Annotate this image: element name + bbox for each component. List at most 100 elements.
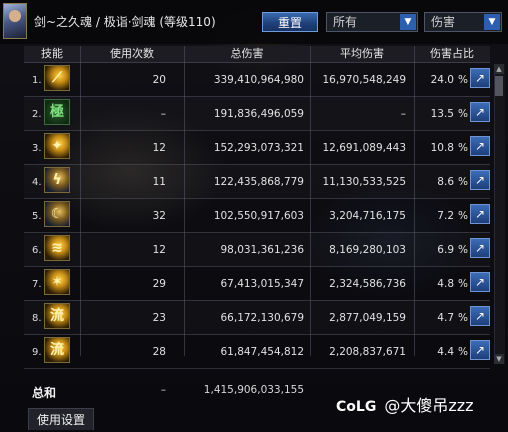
row-rank: 6. [32,245,42,256]
total-damage: 339,410,964,980 [213,74,304,86]
share-icon[interactable]: ↗ [470,306,490,326]
row-rank: 2. [32,109,42,120]
row-rank: 8. [32,313,42,324]
type-filter-select[interactable]: 伤害 ▼ [424,12,502,32]
percent-sign: % [458,278,468,290]
use-count: 28 [152,346,166,358]
damage-share: 24.0 [430,74,454,86]
table-header: 技能 使用次数 总伤害 平均伤害 伤害占比 [24,46,490,63]
tab-usage-settings[interactable]: 使用设置 [28,408,94,430]
table-row[interactable]: 6. ≋ 12 98,031,361,236 8,169,280,103 6.9… [24,232,490,267]
scroll-down-icon[interactable]: ▼ [494,354,504,364]
skill-lightning-slash-icon: ϟ [44,167,70,193]
average-damage: 3,204,716,175 [329,210,406,222]
table-row[interactable]: 8. 流 23 66,172,130,679 2,877,049,159 4.7… [24,300,490,335]
scrollbar-track[interactable] [494,64,505,364]
percent-sign: % [458,312,468,324]
watermark-text: @大傻吊zzz [384,396,474,415]
damage-share: 13.5 [430,108,454,120]
skill-wave-slash-icon: ≋ [44,235,70,261]
skill-green-rune-icon: 極 [44,99,70,125]
share-icon[interactable]: ↗ [470,136,490,156]
percent-sign: % [458,176,468,188]
skill-sword-slash-icon: ⟋ [44,65,70,91]
type-filter-value: 伤害 [431,15,456,29]
skill-flow-slash-icon: 流 [44,303,70,329]
damage-share: 8.6 [437,176,454,188]
total-damage-sum: 1,415,906,033,155 [203,384,304,396]
chevron-down-icon[interactable]: ▼ [484,14,500,30]
total-damage: 102,550,917,603 [213,210,304,222]
scrollbar-thumb[interactable] [495,76,503,96]
owner-filter-select[interactable]: 所有 ▼ [326,12,418,32]
use-count: 29 [152,278,166,290]
table-row[interactable]: 1. ⟋ 20 339,410,964,980 16,970,548,249 2… [24,62,490,97]
average-damage: 2,208,837,671 [329,346,406,358]
total-damage: 66,172,130,679 [220,312,305,324]
table-row[interactable]: 2. 極 – 191,836,496,059 – 13.5 % ↗ [24,96,490,131]
share-icon[interactable]: ↗ [470,272,490,292]
use-count: 11 [152,176,166,188]
damage-share: 4.8 [437,278,454,290]
total-label: 总和 [32,386,57,400]
average-damage: 2,877,049,159 [329,312,406,324]
percent-sign: % [458,108,468,120]
average-damage: 8,169,280,103 [329,244,406,256]
colg-logo: CoLG [336,399,377,415]
average-damage: 12,691,089,443 [322,142,407,154]
percent-sign: % [458,346,468,358]
percent-sign: % [458,142,468,154]
table-row[interactable]: 9. 流 28 61,847,454,812 2,208,837,671 4.4… [24,334,490,369]
scroll-up-icon[interactable]: ▲ [494,64,504,74]
header-bar: 剑~之久魂 / 极诣·剑魂 (等级110) 重置 所有 ▼ 伤害 ▼ [0,0,508,44]
damage-share: 4.4 [437,346,454,358]
average-damage: 11,130,533,525 [322,176,407,188]
share-icon[interactable]: ↗ [470,238,490,258]
share-icon[interactable]: ↗ [470,204,490,224]
column-header-pct[interactable]: 伤害占比 [414,46,490,62]
use-count: – [160,108,166,120]
skill-beast-slash-icon: ✶ [44,269,70,295]
character-name: 剑~之久魂 / 极诣·剑魂 (等级110) [34,15,216,29]
use-count: 23 [152,312,166,324]
row-rank: 1. [32,75,42,86]
share-icon[interactable]: ↗ [470,68,490,88]
use-count: 20 [152,74,166,86]
damage-share: 6.9 [437,244,454,256]
skill-flow-crescent-icon: 流 [44,337,70,363]
damage-share: 4.7 [437,312,454,324]
row-rank: 3. [32,143,42,154]
skill-sword-burst-icon: ✦ [44,133,70,159]
share-icon[interactable]: ↗ [470,340,490,360]
percent-sign: % [458,74,468,86]
column-header-total[interactable]: 总伤害 [184,46,310,62]
average-damage: – [400,108,406,120]
chevron-down-icon[interactable]: ▼ [400,14,416,30]
damage-share: 10.8 [430,142,454,154]
percent-sign: % [458,210,468,222]
row-rank: 9. [32,347,42,358]
skill-moon-slash-icon: ☾ [44,201,70,227]
total-damage: 67,413,015,347 [220,278,305,290]
row-rank: 4. [32,177,42,188]
use-count: 12 [152,244,166,256]
column-header-skill[interactable]: 技能 [24,46,80,62]
use-count: 32 [152,210,166,222]
table-row[interactable]: 7. ✶ 29 67,413,015,347 2,324,586,736 4.8… [24,266,490,301]
share-icon[interactable]: ↗ [470,102,490,122]
share-icon[interactable]: ↗ [470,170,490,190]
owner-filter-value: 所有 [333,15,358,29]
table-row[interactable]: 3. ✦ 12 152,293,073,321 12,691,089,443 1… [24,130,490,165]
use-count: 12 [152,142,166,154]
column-header-count[interactable]: 使用次数 [80,46,184,62]
table-row[interactable]: 5. ☾ 32 102,550,917,603 3,204,716,175 7.… [24,198,490,233]
total-damage: 191,836,496,059 [213,108,304,120]
average-damage: 16,970,548,249 [322,74,407,86]
table-row[interactable]: 4. ϟ 11 122,435,868,779 11,130,533,525 8… [24,164,490,199]
average-damage: 2,324,586,736 [329,278,406,290]
reset-button[interactable]: 重置 [262,12,318,32]
total-count: – [160,384,166,396]
total-damage: 122,435,868,779 [213,176,304,188]
column-header-avg[interactable]: 平均伤害 [310,46,414,62]
row-rank: 5. [32,211,42,222]
